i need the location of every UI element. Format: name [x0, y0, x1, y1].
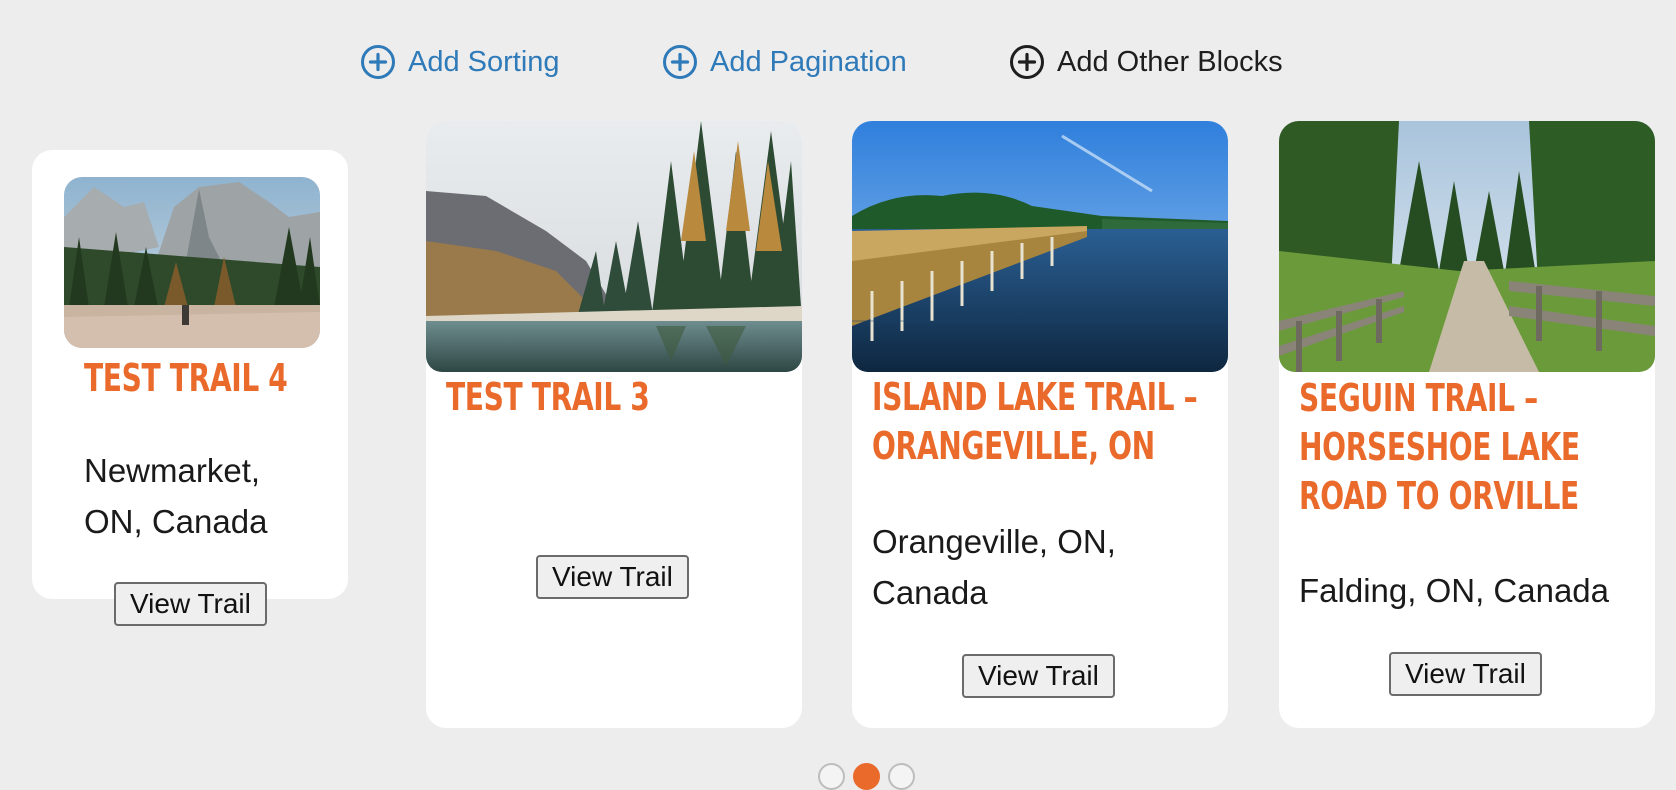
trail-image — [426, 121, 802, 372]
trail-title: TEST TRAIL 3 — [446, 375, 650, 419]
add-pagination-button[interactable]: Add Pagination — [662, 44, 907, 80]
add-sorting-label: Add Sorting — [408, 45, 560, 78]
pagination-dot-3[interactable] — [888, 763, 915, 790]
trail-image — [1279, 121, 1655, 372]
pagination-dots — [818, 763, 915, 790]
add-other-blocks-button[interactable]: Add Other Blocks — [1009, 44, 1283, 80]
view-trail-button[interactable]: View Trail — [1389, 652, 1542, 696]
plus-circle-icon — [663, 45, 697, 79]
trail-location: Orangeville, ON, Canada — [872, 523, 1116, 611]
trail-location: Falding, ON, Canada — [1299, 572, 1610, 609]
view-trail-button[interactable]: View Trail — [536, 555, 689, 599]
trail-card: TEST TRAIL 3 View Trail — [426, 121, 802, 728]
plus-circle-icon — [1010, 45, 1044, 79]
pagination-dot-1[interactable] — [818, 763, 845, 790]
trail-image — [64, 177, 320, 348]
view-trail-button[interactable]: View Trail — [962, 654, 1115, 698]
trail-title: ISLAND LAKE TRAIL – ORANGEVILLE, ON — [872, 375, 1198, 468]
trail-card: TEST TRAIL 4 Newmarket, ON, Canada View T… — [32, 150, 348, 626]
trail-title: TEST TRAIL 4 — [84, 356, 288, 400]
trail-image — [852, 121, 1228, 372]
add-other-blocks-label: Add Other Blocks — [1057, 45, 1283, 78]
plus-circle-icon — [361, 45, 395, 79]
add-pagination-label: Add Pagination — [710, 45, 907, 78]
trail-card: SEGUIN TRAIL – HORSESHOE LAKE ROAD TO ORVI… — [1279, 121, 1655, 728]
add-sorting-button[interactable]: Add Sorting — [360, 44, 560, 80]
trail-location: Newmarket, ON, Canada — [84, 452, 268, 540]
trail-title: SEGUIN TRAIL – HORSESHOE LAKE ROAD TO ORVI… — [1299, 376, 1580, 518]
view-trail-button[interactable]: View Trail — [114, 582, 267, 626]
trail-card: ISLAND LAKE TRAIL – ORANGEVILLE, ON Orang… — [852, 121, 1228, 728]
pagination-dot-2[interactable] — [853, 763, 880, 790]
